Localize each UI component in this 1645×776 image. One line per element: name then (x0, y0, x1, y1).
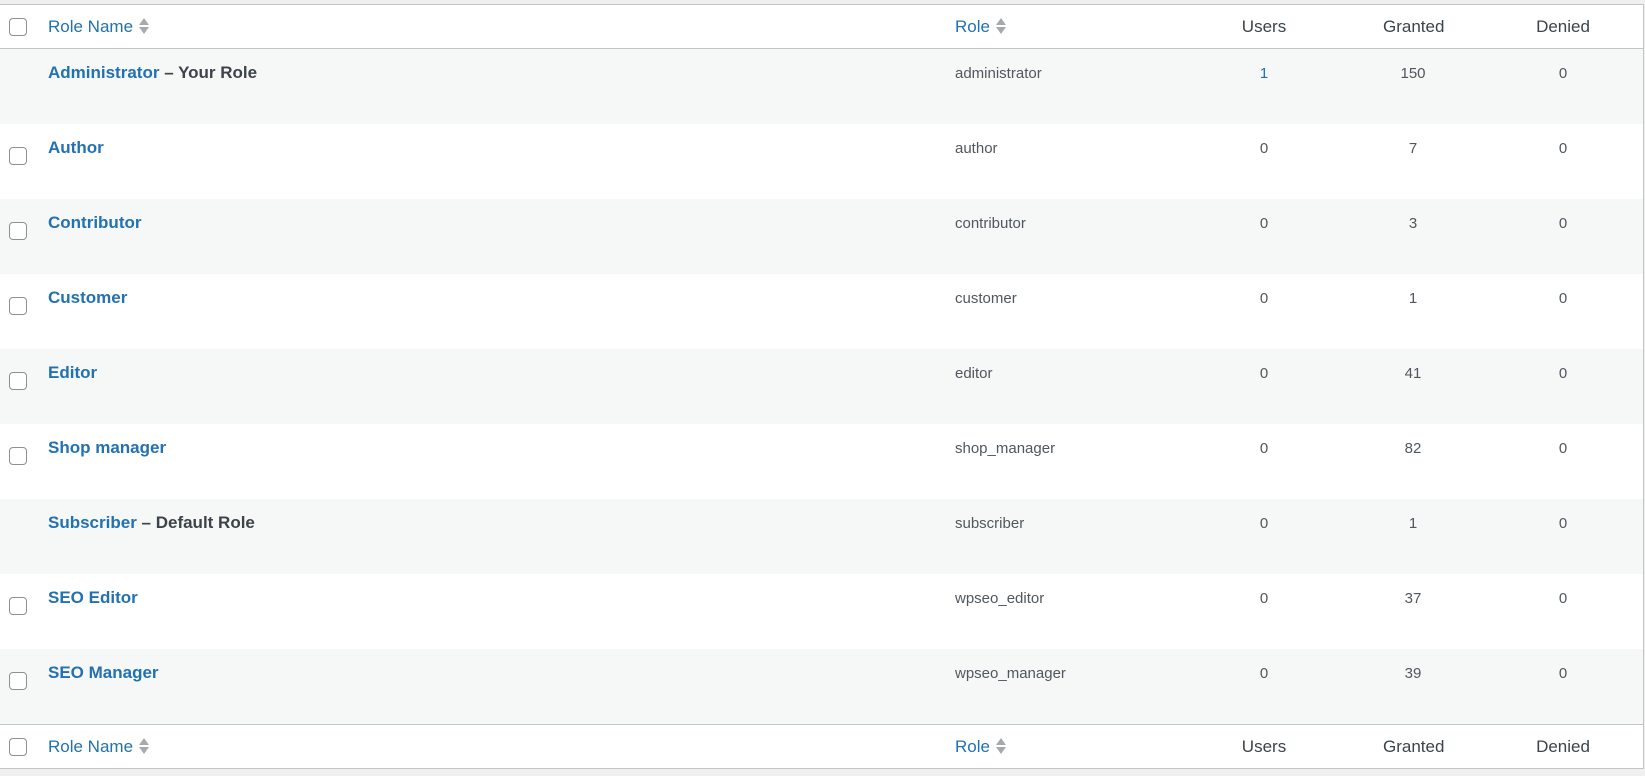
table-row: Editor editor 0 41 0 (0, 349, 1643, 424)
role-name-cell: Customer (48, 288, 127, 308)
granted-count: 150 (1400, 65, 1426, 82)
users-count: 0 (1259, 590, 1269, 607)
role-name-header-label: Role Name (48, 17, 134, 36)
denied-count: 0 (1558, 590, 1568, 607)
row-checkbox[interactable] (9, 297, 27, 315)
table-row: Contributor contributor 0 3 0 (0, 199, 1643, 274)
role-slug: wpseo_manager (955, 665, 1066, 682)
denied-count: 0 (1558, 665, 1568, 682)
role-footer-label: Role (955, 737, 990, 756)
row-checkbox[interactable] (9, 447, 27, 465)
role-name-link[interactable]: Editor (48, 363, 97, 382)
granted-count: 37 (1404, 590, 1422, 607)
sort-arrows-icon (995, 17, 1006, 35)
table-row: SEO Manager wpseo_manager 0 39 0 (0, 649, 1643, 724)
users-header: Users (1241, 17, 1287, 36)
table-body: Administrator – Your Role administrator 1 1… (0, 49, 1643, 724)
sort-arrows-icon (139, 737, 150, 755)
role-name-cell: Administrator – Your Role (48, 63, 257, 83)
role-name-cell: SEO Editor (48, 588, 138, 608)
sort-role-footer[interactable]: Role (955, 737, 1006, 757)
users-count: 0 (1259, 365, 1269, 382)
granted-count: 41 (1404, 365, 1422, 382)
table-row: Shop manager shop_manager 0 82 0 (0, 424, 1643, 499)
role-slug: customer (955, 290, 1017, 307)
denied-count: 0 (1558, 215, 1568, 232)
sort-arrows-icon (139, 17, 150, 35)
role-name-footer-label: Role Name (48, 737, 134, 756)
role-slug: author (955, 140, 998, 157)
users-count: 0 (1259, 215, 1269, 232)
sort-arrows-icon (995, 737, 1006, 755)
role-name-cell: Shop manager (48, 438, 166, 458)
role-name-link[interactable]: SEO Manager (48, 663, 159, 682)
denied-footer: Denied (1536, 737, 1590, 756)
sort-role-name-footer[interactable]: Role Name (48, 737, 150, 757)
users-count: 0 (1259, 515, 1269, 532)
table-row: SEO Editor wpseo_editor 0 37 0 (0, 574, 1643, 649)
denied-count: 0 (1558, 515, 1568, 532)
role-slug: shop_manager (955, 440, 1056, 457)
row-checkbox[interactable] (9, 597, 27, 615)
role-name-link[interactable]: SEO Editor (48, 588, 138, 607)
users-count: 0 (1259, 140, 1269, 157)
users-footer: Users (1241, 737, 1287, 756)
role-slug: wpseo_editor (955, 590, 1045, 607)
granted-count: 1 (1408, 515, 1418, 532)
sort-role-header[interactable]: Role (955, 17, 1006, 37)
table-footer: Role Name Role Users Granted Denied (0, 724, 1643, 768)
role-name-suffix: – Default Role (136, 513, 255, 532)
role-slug: subscriber (955, 515, 1025, 532)
denied-header: Denied (1536, 17, 1590, 36)
role-name-link[interactable]: Subscriber (48, 513, 137, 532)
table-row: Administrator – Your Role administrator 1 1… (0, 49, 1643, 124)
role-name-cell: SEO Manager (48, 663, 159, 683)
users-count: 0 (1259, 665, 1269, 682)
select-all-checkbox[interactable] (9, 18, 27, 36)
role-name-link[interactable]: Author (48, 138, 104, 157)
sort-role-name-header[interactable]: Role Name (48, 17, 150, 37)
table-header: Role Name Role Users Granted Denied (0, 5, 1643, 49)
role-header-label: Role (955, 17, 990, 36)
denied-count: 0 (1558, 65, 1568, 82)
row-checkbox[interactable] (9, 222, 27, 240)
role-slug: editor (955, 365, 993, 382)
granted-header: Granted (1383, 17, 1445, 36)
denied-count: 0 (1558, 440, 1568, 457)
select-all-checkbox-footer[interactable] (9, 738, 27, 756)
row-checkbox[interactable] (9, 372, 27, 390)
denied-count: 0 (1558, 290, 1568, 307)
users-count: 0 (1259, 440, 1269, 457)
role-slug: administrator (955, 65, 1042, 82)
table-row: Subscriber – Default Role subscriber 0 1 0 (0, 499, 1643, 574)
granted-count: 39 (1404, 665, 1422, 682)
granted-count: 7 (1408, 140, 1418, 157)
role-name-link[interactable]: Administrator (48, 63, 159, 82)
table-row: Author author 0 7 0 (0, 124, 1643, 199)
granted-footer: Granted (1383, 737, 1445, 756)
row-checkbox[interactable] (9, 147, 27, 165)
table-row: Customer customer 0 1 0 (0, 274, 1643, 349)
roles-table: Role Name Role Users Granted Denied Admi… (0, 4, 1644, 769)
role-name-cell: Subscriber – Default Role (48, 513, 255, 533)
role-name-cell: Contributor (48, 213, 141, 233)
role-name-link[interactable]: Shop manager (48, 438, 166, 457)
role-name-suffix: – Your Role (159, 63, 258, 82)
users-count: 0 (1259, 290, 1269, 307)
role-slug: contributor (955, 215, 1026, 232)
role-name-cell: Author (48, 138, 104, 158)
role-name-cell: Editor (48, 363, 97, 383)
denied-count: 0 (1558, 365, 1568, 382)
role-name-link[interactable]: Customer (48, 288, 127, 307)
users-count[interactable]: 1 (1234, 65, 1294, 82)
granted-count: 3 (1408, 215, 1418, 232)
denied-count: 0 (1558, 140, 1568, 157)
role-name-link[interactable]: Contributor (48, 213, 141, 232)
row-checkbox[interactable] (9, 672, 27, 690)
granted-count: 1 (1408, 290, 1418, 307)
granted-count: 82 (1404, 440, 1422, 457)
